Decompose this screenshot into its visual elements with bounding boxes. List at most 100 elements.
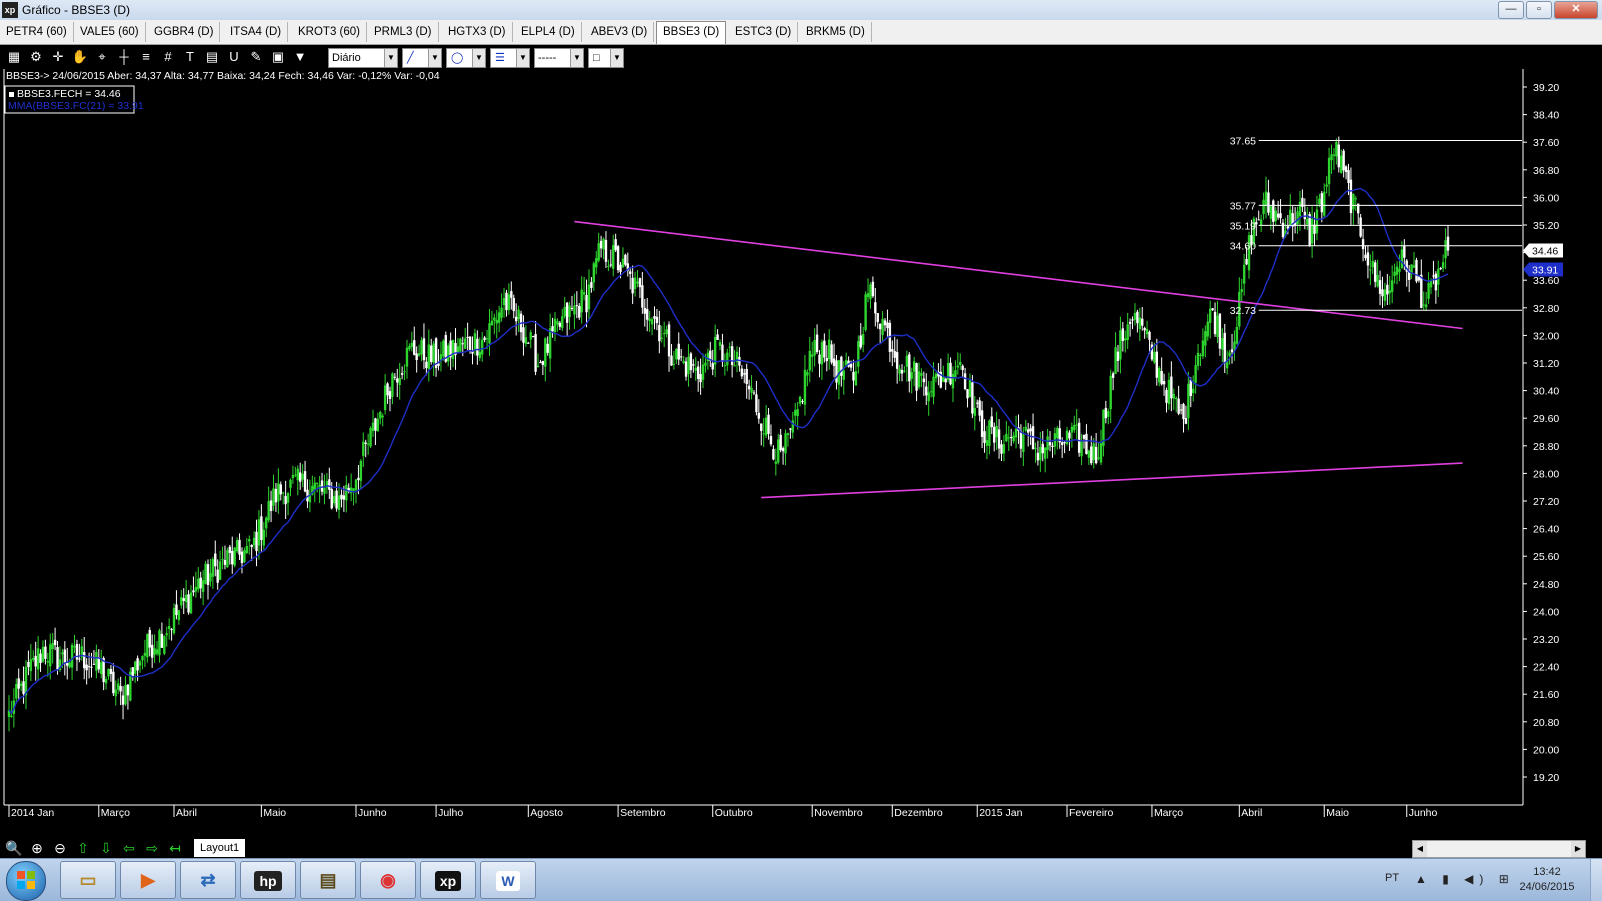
candle xyxy=(726,348,729,372)
start-button[interactable] xyxy=(6,861,46,901)
candle xyxy=(46,652,50,677)
candle xyxy=(1065,426,1069,446)
zoom-in-icon[interactable]: ⊕ xyxy=(27,839,47,857)
candle xyxy=(1306,207,1309,231)
dash-style-select[interactable]: ----- ▼ xyxy=(534,48,584,68)
scanner-app-taskbar-button[interactable]: ▤ xyxy=(300,861,356,899)
arrow-down-icon[interactable]: ⇩ xyxy=(96,839,116,857)
periodicity-select[interactable]: Diário ▼ xyxy=(328,48,398,68)
arrow-back-icon[interactable]: ↤ xyxy=(165,839,185,857)
scroll-right-icon[interactable]: ▶ xyxy=(1571,841,1585,857)
tab-elpl4[interactable]: ELPL4 (D) xyxy=(515,22,582,42)
maximize-button[interactable]: ▫ xyxy=(1526,1,1552,19)
candle xyxy=(806,369,809,387)
candle xyxy=(621,247,625,269)
candle xyxy=(442,339,445,361)
price-chart[interactable]: 39.2038.4037.6036.8036.0035.2034.4033.60… xyxy=(0,69,1602,838)
zoom-icon[interactable]: 🔍 xyxy=(4,839,24,857)
support-trendline[interactable] xyxy=(761,462,1463,499)
layout-tab[interactable]: Layout1 xyxy=(194,839,246,857)
candle xyxy=(95,644,98,679)
candle xyxy=(279,481,282,501)
candle xyxy=(881,311,884,342)
candle xyxy=(153,634,156,663)
clock[interactable]: 13:42 24/06/2015 xyxy=(1514,865,1580,895)
gear-icon[interactable]: ⚙ xyxy=(27,48,45,66)
show-desktop-button[interactable] xyxy=(1590,859,1602,901)
quote-line: BBSE3-> 24/06/2015 Aber: 34,37 Alta: 34,… xyxy=(6,70,440,82)
text-tool-icon[interactable]: T xyxy=(181,48,199,66)
shape-select[interactable]: ◯ ▼ xyxy=(446,48,486,68)
candle xyxy=(1189,377,1192,408)
candle xyxy=(682,355,685,365)
candle xyxy=(730,341,734,378)
crosshair-cursor-icon[interactable]: ✛ xyxy=(49,48,67,66)
candle xyxy=(291,465,295,484)
word-taskbar-button[interactable]: W xyxy=(480,861,536,899)
candle xyxy=(466,322,469,351)
tab-krot3[interactable]: KROT3 (60) xyxy=(292,22,367,42)
candle xyxy=(866,278,870,303)
chrome-taskbar-button[interactable]: ◉ xyxy=(360,861,416,899)
candle xyxy=(1393,263,1396,284)
chart-settings-icon[interactable]: ▦ xyxy=(5,48,23,66)
fibonacci-icon[interactable]: ≡ xyxy=(137,48,155,66)
candle xyxy=(182,588,185,615)
media-player-taskbar-button[interactable]: ▶ xyxy=(120,861,176,899)
candle xyxy=(306,479,309,509)
zoom-out-icon[interactable]: ⊖ xyxy=(50,839,70,857)
tab-vale5[interactable]: VALE5 (60) xyxy=(74,22,146,42)
language-indicator[interactable]: PT xyxy=(1385,872,1399,884)
tray-icons[interactable]: ▲ ▮ ◀) ⊞ xyxy=(1415,872,1515,886)
candle xyxy=(650,317,654,336)
candle xyxy=(1444,228,1447,270)
candle xyxy=(447,343,450,367)
close-button[interactable]: ✕ xyxy=(1554,1,1598,19)
tab-brkm5[interactable]: BRKM5 (D) xyxy=(800,22,872,42)
thickness-select[interactable]: ☰ ▼ xyxy=(490,48,530,68)
candle xyxy=(109,665,113,682)
candle xyxy=(733,349,736,367)
file-explorer-taskbar-button[interactable]: ▭ xyxy=(60,861,116,899)
arrow-left-icon[interactable]: ⇦ xyxy=(119,839,139,857)
candle xyxy=(631,265,634,305)
price-tags: 34.46 33.91 xyxy=(1523,243,1563,277)
tab-abev3[interactable]: ABEV3 (D) xyxy=(585,22,655,42)
calculator-icon[interactable]: ▤ xyxy=(203,48,221,66)
chevron-down-icon: ▼ xyxy=(570,49,583,67)
y-tick-label: 30.40 xyxy=(1533,386,1559,398)
candle xyxy=(825,345,828,372)
hand-icon[interactable]: ✋ xyxy=(71,48,89,66)
tab-petr4[interactable]: PETR4 (60) xyxy=(0,22,74,42)
network-app-taskbar-button[interactable]: ⇄ xyxy=(180,861,236,899)
minimize-button[interactable]: — xyxy=(1498,1,1524,19)
arrow-right-icon[interactable]: ⇨ xyxy=(142,839,162,857)
tab-itsa4[interactable]: ITSA4 (D) xyxy=(224,22,289,42)
candle xyxy=(1201,328,1205,360)
zoom-area-icon[interactable]: ⌖ xyxy=(93,48,111,66)
line-style-select[interactable]: ╱ ▼ xyxy=(402,48,442,68)
horizontal-scrollbar[interactable]: ◀ ▶ xyxy=(1412,840,1586,858)
tab-hgtx3[interactable]: HGTX3 (D) xyxy=(442,22,513,42)
arrow-up-icon[interactable]: ⇧ xyxy=(73,839,93,857)
candle xyxy=(146,633,149,663)
candle xyxy=(951,366,955,403)
xp-app-taskbar-button[interactable]: xp xyxy=(420,861,476,899)
crosshair-icon[interactable]: ┼ xyxy=(115,48,133,66)
hp-app-taskbar-button[interactable]: hp xyxy=(240,861,296,899)
color-select[interactable]: □ ▼ xyxy=(588,48,624,68)
candle xyxy=(553,312,557,341)
tab-prml3[interactable]: PRML3 (D) xyxy=(368,22,439,42)
clipboard-icon[interactable]: ▣ xyxy=(269,48,287,66)
candle xyxy=(1361,228,1365,262)
candle xyxy=(298,462,302,490)
eraser-icon[interactable]: ✎ xyxy=(247,48,265,66)
resistance-trendline[interactable] xyxy=(574,220,1463,330)
tab-estc3[interactable]: ESTC3 (D) xyxy=(729,22,799,42)
magnet-icon[interactable]: U xyxy=(225,48,243,66)
tab-ggbr4[interactable]: GGBR4 (D) xyxy=(148,22,221,42)
filter-icon[interactable]: ▼ xyxy=(291,48,309,66)
scroll-left-icon[interactable]: ◀ xyxy=(1413,841,1427,857)
grid-icon[interactable]: # xyxy=(159,48,177,66)
tab-bbse3[interactable]: BBSE3 (D) xyxy=(656,21,727,44)
